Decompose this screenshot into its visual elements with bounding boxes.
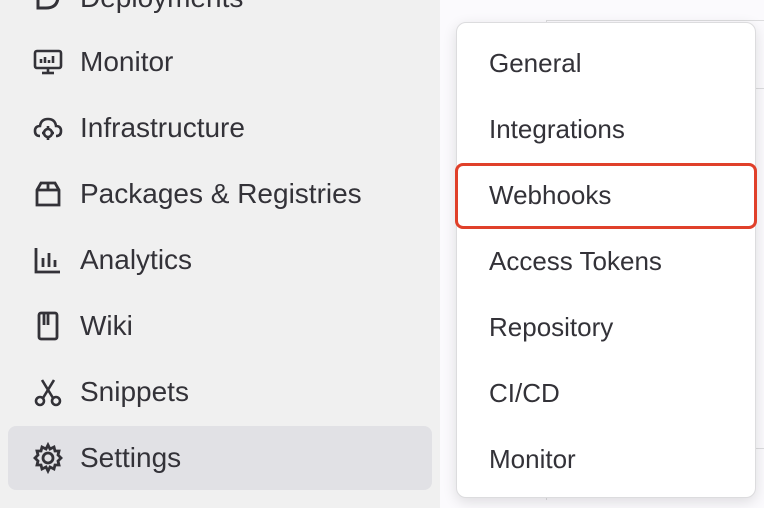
menu-item-webhooks[interactable]: Webhooks [457,163,755,227]
sidebar-item-infrastructure[interactable]: Infrastructure [8,96,432,160]
book-icon [30,308,66,344]
sidebar-item-label: Infrastructure [80,112,245,143]
menu-item-repository[interactable]: Repository [457,295,755,359]
sidebar-item-wiki[interactable]: Wiki [8,294,432,358]
sidebar-item-deployments[interactable]: Deployments [8,0,432,30]
chart-icon [30,242,66,278]
scissors-icon [30,374,66,410]
sidebar-item-label: Deployments [80,0,243,16]
monitor-icon [30,44,66,80]
menu-item-ci-cd[interactable]: CI/CD [457,361,755,425]
sidebar-item-label: Wiki [80,310,133,341]
settings-dropdown-menu: General Integrations Webhooks Access Tok… [456,22,756,498]
sidebar-item-packages[interactable]: Packages & Registries [8,162,432,226]
rocket-icon [30,0,66,16]
sidebar-item-label: Packages & Registries [80,178,362,209]
divider [756,448,764,449]
menu-item-integrations[interactable]: Integrations [457,97,755,161]
sidebar-item-analytics[interactable]: Analytics [8,228,432,292]
divider [546,20,764,21]
sidebar-item-settings[interactable]: Settings [8,426,432,490]
sidebar: Deployments Monitor [0,0,440,508]
gear-icon [30,440,66,476]
sidebar-item-label: Snippets [80,376,189,407]
cloud-gear-icon [30,110,66,146]
sidebar-item-snippets[interactable]: Snippets [8,360,432,424]
sidebar-item-monitor[interactable]: Monitor [8,30,432,94]
sidebar-item-label: Settings [80,442,182,473]
sidebar-item-label: Analytics [80,244,193,275]
menu-item-monitor[interactable]: Monitor [457,427,755,491]
divider [756,88,764,89]
package-icon [30,176,66,212]
menu-item-general[interactable]: General [457,31,755,95]
sidebar-item-label: Monitor [80,46,174,77]
menu-item-access-tokens[interactable]: Access Tokens [457,229,755,293]
